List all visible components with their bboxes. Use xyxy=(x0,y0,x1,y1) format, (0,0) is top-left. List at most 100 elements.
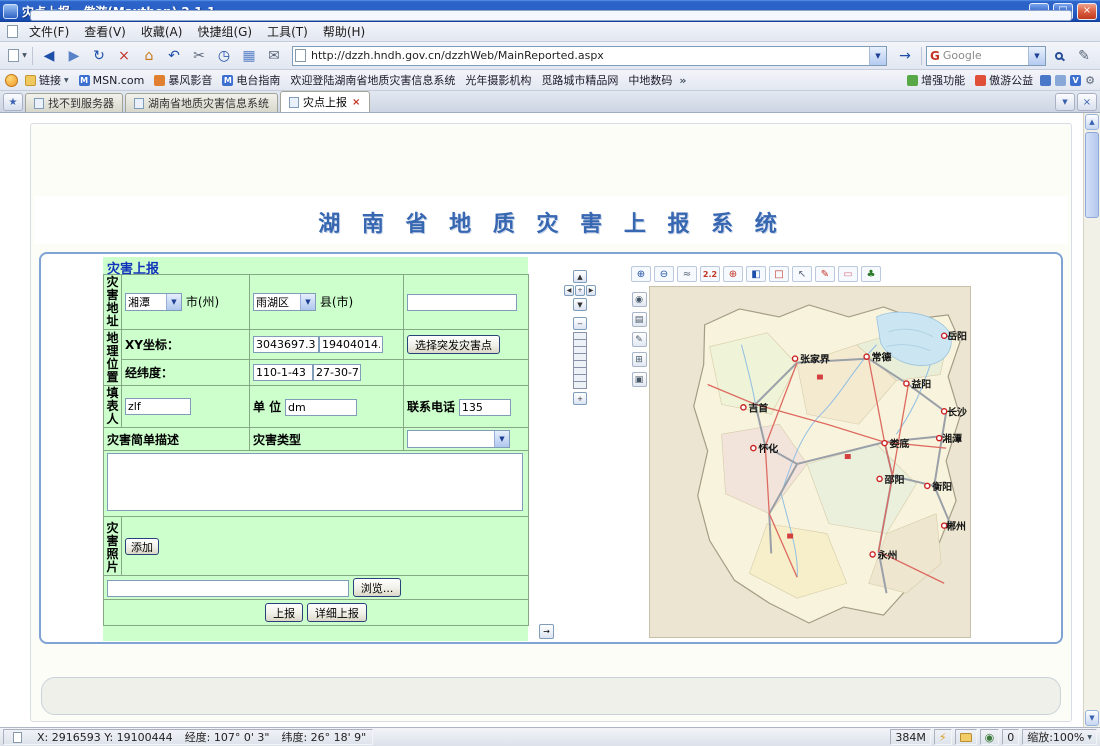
shield-icon[interactable]: V xyxy=(1070,75,1081,86)
link-radio[interactable]: M电台指南 xyxy=(219,71,283,89)
link-zhongdi[interactable]: 中地数码 xyxy=(625,71,675,89)
back-button[interactable]: ◀ xyxy=(37,45,61,67)
overview-button[interactable]: ♣ xyxy=(861,266,881,282)
notes-icon[interactable] xyxy=(1055,75,1066,86)
edit-search-button[interactable]: ✎ xyxy=(1072,45,1096,67)
search-dropdown-button[interactable]: ▼ xyxy=(1028,47,1045,65)
favorites-button[interactable]: ★ xyxy=(3,93,23,111)
zoom-window-button[interactable]: ◧ xyxy=(746,266,766,282)
pan-left-button[interactable]: ◀ xyxy=(564,285,574,296)
link-city[interactable]: 觅路城市精品网 xyxy=(538,71,621,89)
tab-list-button[interactable]: ▼ xyxy=(1055,93,1075,111)
snip-button[interactable]: ✂ xyxy=(187,45,211,67)
annotate-button[interactable]: ✎ xyxy=(632,332,647,347)
county-select[interactable]: 雨湖区▼ xyxy=(253,293,316,311)
search-button[interactable] xyxy=(1047,45,1071,67)
menu-file[interactable]: 文件(F) xyxy=(22,21,76,42)
y-coordinate-input[interactable] xyxy=(319,336,383,353)
zoom-out-button[interactable]: ⊖ xyxy=(654,266,674,282)
pan-up-button[interactable]: ▲ xyxy=(573,270,587,283)
home-button[interactable]: ⌂ xyxy=(137,45,161,67)
legend-button[interactable]: ▣ xyxy=(632,372,647,387)
eraser-button[interactable]: ▭ xyxy=(838,266,858,282)
latitude-input[interactable] xyxy=(313,364,361,381)
zoom-in-step-button[interactable]: + xyxy=(573,392,587,405)
overview-map-button[interactable]: ◉ xyxy=(632,292,647,307)
capture-button[interactable]: ▦ xyxy=(237,45,261,67)
pan-center-button[interactable]: + xyxy=(575,285,585,296)
grid-button[interactable]: ⊞ xyxy=(632,352,647,367)
link-hunan-geo[interactable]: 欢迎登陆湖南省地质灾害信息系统 xyxy=(287,71,458,89)
scrollbar-thumb[interactable] xyxy=(1085,132,1099,218)
menu-favorites[interactable]: 收藏(A) xyxy=(134,21,190,42)
downloads-segment[interactable] xyxy=(955,729,977,745)
menu-groups[interactable]: 快捷组(G) xyxy=(190,21,259,42)
flash-segment[interactable]: ⚡ xyxy=(934,729,952,745)
links-overflow-button[interactable]: » xyxy=(679,74,686,87)
close-tab-icon[interactable]: × xyxy=(351,97,361,108)
address-dropdown-button[interactable]: ▼ xyxy=(869,47,886,65)
link-photo[interactable]: 光年摄影机构 xyxy=(462,71,534,89)
history-button[interactable]: ◷ xyxy=(212,45,236,67)
mail-button[interactable]: ✉ xyxy=(262,45,286,67)
submit-report-button[interactable]: 上报 xyxy=(265,603,303,622)
menu-view[interactable]: 查看(V) xyxy=(77,21,133,42)
photo-file-input[interactable] xyxy=(107,580,349,597)
tab-disaster-report[interactable]: 灾点上报 × xyxy=(280,91,370,112)
menu-help[interactable]: 帮助(H) xyxy=(316,21,372,42)
vertical-scrollbar[interactable]: ▲ ▼ xyxy=(1083,113,1100,727)
link-storm[interactable]: 暴风影音 xyxy=(151,71,215,89)
zoom-in-button[interactable]: ⊕ xyxy=(631,266,651,282)
zoom-out-step-button[interactable]: − xyxy=(573,317,587,330)
x-coordinate-input[interactable] xyxy=(253,336,319,353)
pan-button[interactable]: ≈ xyxy=(677,266,697,282)
address-input[interactable] xyxy=(308,48,869,64)
hunan-map[interactable]: 张家界 常德 岳阳 益阳 吉首 长沙 怀化 娄底 湘潭 邵阳 衡阳 永州 xyxy=(649,286,971,638)
pick-disaster-point-button[interactable]: 选择突发灾害点 xyxy=(407,335,500,354)
close-button[interactable]: × xyxy=(1077,3,1097,20)
tab-server-not-found[interactable]: 找不到服务器 xyxy=(25,93,123,112)
expand-panel-button[interactable]: → xyxy=(539,624,554,639)
longitude-input[interactable] xyxy=(253,364,313,381)
tab-hunan-geo-system[interactable]: 湖南省地质灾害信息系统 xyxy=(125,93,278,112)
zoom-level-slider[interactable] xyxy=(573,333,587,389)
sidebar-panel-icon[interactable] xyxy=(1040,75,1051,86)
detailed-report-button[interactable]: 详细上报 xyxy=(307,603,367,622)
go-button[interactable]: → xyxy=(893,45,917,67)
measure-button[interactable]: 2.2 xyxy=(700,266,720,282)
close-all-tabs-button[interactable]: × xyxy=(1077,93,1097,111)
identify-button[interactable]: ✎ xyxy=(815,266,835,282)
scroll-down-button[interactable]: ▼ xyxy=(1085,710,1099,726)
undo-button[interactable]: ↶ xyxy=(162,45,186,67)
search-box[interactable]: G Google ▼ xyxy=(926,46,1046,66)
full-extent-button[interactable]: ⊕ xyxy=(723,266,743,282)
add-photo-button[interactable]: 添加 xyxy=(125,538,159,555)
link-links[interactable]: 链接▼ xyxy=(22,71,72,89)
select-window-button[interactable]: □ xyxy=(769,266,789,282)
charity-button[interactable]: 傲游公益 xyxy=(972,71,1036,89)
plugins-button[interactable]: 增强功能 xyxy=(904,71,968,89)
new-page-button[interactable]: ▼ xyxy=(4,45,28,67)
phone-input[interactable] xyxy=(459,399,511,416)
description-textarea[interactable] xyxy=(107,453,523,511)
reporter-name-input[interactable] xyxy=(125,398,191,415)
scroll-up-button[interactable]: ▲ xyxy=(1085,114,1099,130)
address-detail-input[interactable] xyxy=(407,294,517,311)
scrollbar-track[interactable] xyxy=(1084,219,1100,709)
online-segment[interactable]: ◉ xyxy=(980,729,1000,745)
gear-icon[interactable]: ⚙ xyxy=(1085,74,1095,87)
disaster-type-select[interactable]: ▼ xyxy=(407,430,510,448)
stop-button[interactable]: × xyxy=(112,45,136,67)
forward-button[interactable]: ▶ xyxy=(62,45,86,67)
point-select-button[interactable]: ↖ xyxy=(792,266,812,282)
city-select[interactable]: 湘潭▼ xyxy=(125,293,182,311)
pan-right-button[interactable]: ▶ xyxy=(586,285,596,296)
zoom-segment[interactable]: 缩放:100% ▼ xyxy=(1022,729,1097,745)
menu-tools[interactable]: 工具(T) xyxy=(260,21,315,42)
layers-button[interactable]: ▤ xyxy=(632,312,647,327)
unit-input[interactable] xyxy=(285,399,357,416)
browse-button[interactable]: 浏览... xyxy=(353,578,402,597)
pan-down-button[interactable]: ▼ xyxy=(573,298,587,311)
link-msn[interactable]: MMSN.com xyxy=(76,73,148,88)
refresh-button[interactable]: ↻ xyxy=(87,45,111,67)
